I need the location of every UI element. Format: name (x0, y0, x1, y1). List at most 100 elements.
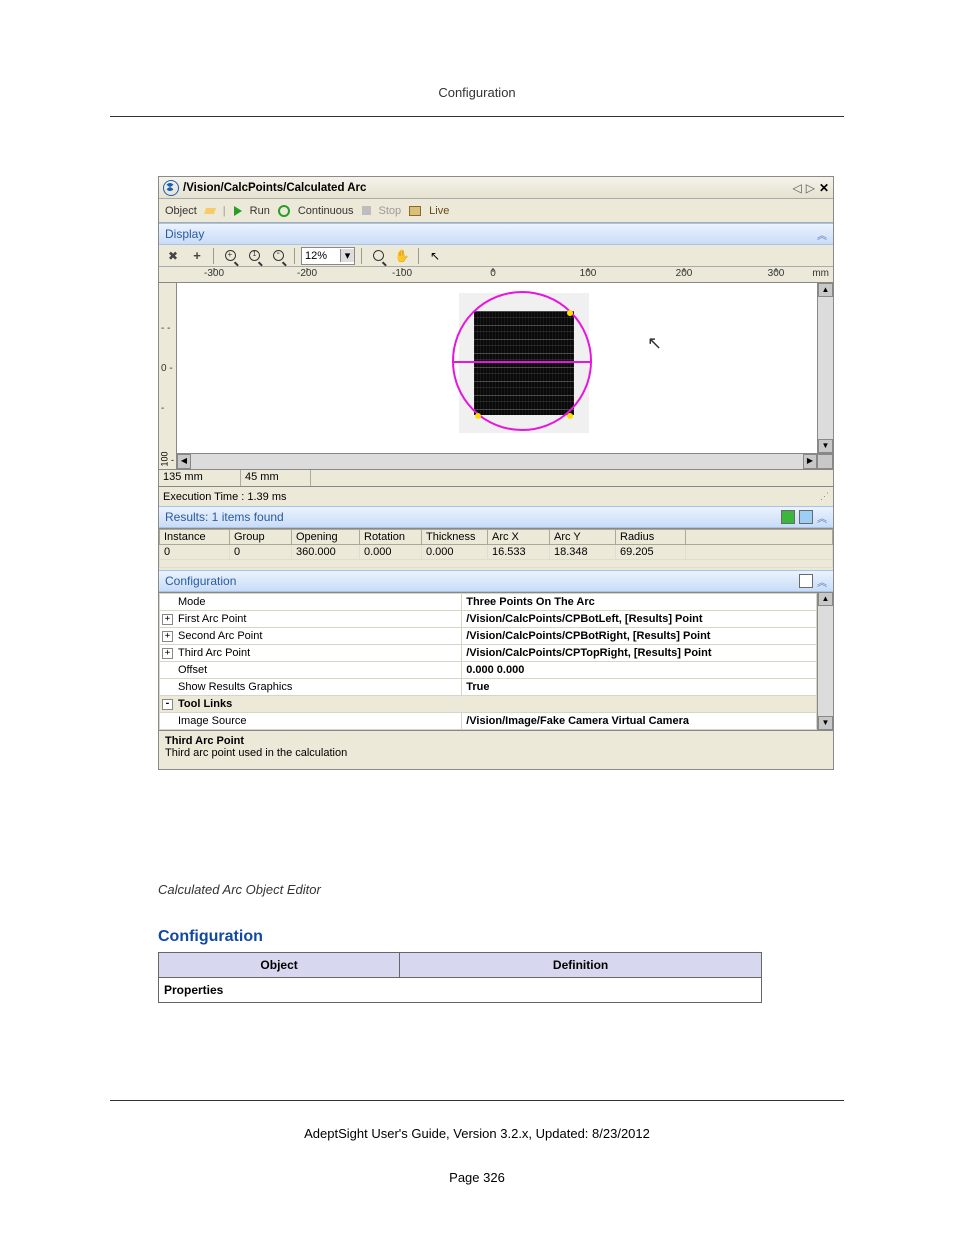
config-prop-value[interactable]: /Vision/CalcPoints/CPTopRight, [Results]… (462, 645, 817, 662)
collapse-icon[interactable]: ︽ (817, 510, 827, 525)
stop-icon (362, 206, 371, 215)
config-prop-value[interactable]: 0.000 0.000 (462, 662, 817, 679)
separator (213, 248, 214, 264)
results-label: Results: 1 items found (165, 510, 284, 524)
resize-grip-icon[interactable]: ⋰ (820, 491, 829, 502)
status-bar: 135 mm 45 mm (159, 469, 833, 486)
scrollbar-vertical[interactable]: ▲ ▼ (817, 283, 833, 453)
zoom-region-icon[interactable] (368, 247, 388, 265)
wrench-icon[interactable]: ✖ (163, 247, 183, 265)
config-row[interactable]: Show Results Graphics True (160, 679, 817, 696)
results-table: Instance Group Opening Rotation Thicknes… (159, 528, 833, 568)
config-prop-name[interactable]: Mode (178, 596, 206, 608)
status-cell-y: 45 mm (241, 470, 311, 486)
config-prop-value[interactable]: /Vision/Image/Fake Camera Virtual Camera (462, 713, 817, 730)
config-scrollbar[interactable]: ▲ ▼ (817, 592, 833, 730)
status-cell-x: 135 mm (159, 470, 241, 486)
next-tab-icon[interactable]: ▷ (806, 181, 815, 195)
col-instance[interactable]: Instance (160, 530, 230, 545)
config-prop-name[interactable]: Offset (178, 664, 207, 676)
scroll-right-icon[interactable]: ▶ (803, 454, 817, 469)
def-col-definition: Definition (400, 953, 762, 978)
config-row[interactable]: + Second Arc Point/Vision/CalcPoints/CPBo… (160, 628, 817, 645)
ruler-vertical: - - 0 - - (159, 283, 177, 453)
scroll-down-icon[interactable]: ▼ (818, 439, 833, 453)
zoom-reset-icon[interactable] (244, 247, 264, 265)
results-grid-icon[interactable] (799, 510, 813, 524)
expand-toggle-icon[interactable]: + (162, 648, 173, 659)
pan-icon[interactable]: ✋ (392, 247, 412, 265)
config-prop-name[interactable]: Third Arc Point (178, 647, 250, 659)
arc-point-topright (567, 310, 573, 316)
scroll-track[interactable] (191, 454, 803, 469)
run-button[interactable]: Run (250, 205, 270, 217)
config-row[interactable]: + Third Arc Point/Vision/CalcPoints/CPTop… (160, 645, 817, 662)
pointer-icon[interactable]: ↖ (425, 247, 445, 265)
config-row[interactable]: + First Arc Point/Vision/CalcPoints/CPBot… (160, 611, 817, 628)
continuous-icon[interactable] (278, 205, 290, 217)
separator (294, 248, 295, 264)
continuous-button[interactable]: Continuous (298, 205, 354, 217)
scroll-up-icon[interactable]: ▲ (818, 592, 833, 606)
config-view-icon[interactable] (799, 574, 813, 588)
config-prop-value[interactable]: /Vision/CalcPoints/CPBotRight, [Results]… (462, 628, 817, 645)
config-row[interactable]: Offset 0.000 0.000 (160, 662, 817, 679)
stop-button: Stop (379, 205, 402, 217)
scroll-track[interactable] (818, 297, 833, 439)
viewport[interactable]: ↖ (177, 283, 817, 453)
execution-time-bar: Execution Time : 1.39 ms ⋰ (159, 486, 833, 506)
config-row[interactable]: Image Source/Vision/Image/Fake Camera Vi… (160, 713, 817, 730)
config-prop-value[interactable]: True (462, 679, 817, 696)
scroll-up-icon[interactable]: ▲ (818, 283, 833, 297)
col-thickness[interactable]: Thickness (422, 530, 488, 545)
col-opening[interactable]: Opening (292, 530, 360, 545)
config-prop-value[interactable]: /Vision/CalcPoints/CPBotLeft, [Results] … (462, 611, 817, 628)
collapse-icon[interactable]: ︽ (817, 227, 827, 242)
config-category-label: Tool Links (178, 698, 232, 710)
results-section-header[interactable]: Results: 1 items found ︽ (159, 506, 833, 528)
config-prop-name[interactable]: Image Source (178, 715, 246, 727)
run-icon[interactable] (234, 206, 242, 216)
config-section-header[interactable]: Configuration ︽ (159, 570, 833, 592)
cell-group: 0 (230, 545, 292, 560)
col-group[interactable]: Group (230, 530, 292, 545)
prev-tab-icon[interactable]: ◁ (792, 181, 801, 195)
col-radius[interactable]: Radius (616, 530, 686, 545)
display-toolbar: ✖ + 12% ▾ ✋ ↖ (159, 245, 833, 267)
expand-toggle-icon[interactable]: + (162, 631, 173, 642)
zoom-select[interactable]: 12% ▾ (301, 247, 355, 265)
config-row[interactable]: -Tool Links (160, 696, 817, 713)
scroll-down-icon[interactable]: ▼ (818, 716, 833, 730)
ruler-unit: mm (812, 268, 829, 279)
config-row[interactable]: Mode Three Points On The Arc (160, 594, 817, 611)
results-view-icon[interactable] (781, 510, 795, 524)
col-arcx[interactable]: Arc X (488, 530, 550, 545)
chevron-down-icon[interactable]: ▾ (340, 249, 354, 262)
ruler-horizontal: -300 -200 -100 0 100 200 300 mm (159, 267, 833, 283)
col-empty (686, 530, 833, 545)
config-prop-value[interactable]: Three Points On The Arc (462, 594, 817, 611)
results-row[interactable]: 0 0 360.000 0.000 0.000 16.533 18.348 69… (160, 545, 833, 560)
scrollbar-horizontal[interactable]: ◀ ▶ (177, 453, 833, 469)
scroll-track[interactable] (818, 606, 833, 716)
col-arcy[interactable]: Arc Y (550, 530, 616, 545)
config-prop-name[interactable]: Show Results Graphics (178, 681, 292, 693)
live-icon[interactable] (409, 206, 421, 216)
config-prop-name[interactable]: First Arc Point (178, 613, 246, 625)
expand-toggle-icon[interactable]: + (162, 614, 173, 625)
help-title: Third Arc Point (165, 735, 827, 747)
col-rotation[interactable]: Rotation (360, 530, 422, 545)
live-button[interactable]: Live (429, 205, 449, 217)
expand-toggle-icon[interactable]: - (162, 699, 173, 710)
display-section-header[interactable]: Display ︽ (159, 223, 833, 245)
sample-image-area (437, 283, 607, 445)
tag-icon[interactable] (204, 208, 216, 214)
object-menu[interactable]: Object (165, 205, 197, 217)
zoom-in-icon[interactable] (220, 247, 240, 265)
close-icon[interactable]: ✕ (819, 181, 829, 195)
config-prop-name[interactable]: Second Arc Point (178, 630, 262, 642)
zoom-out-icon[interactable] (268, 247, 288, 265)
scroll-left-icon[interactable]: ◀ (177, 454, 191, 469)
collapse-icon[interactable]: ︽ (817, 574, 827, 589)
add-icon[interactable]: + (187, 247, 207, 265)
